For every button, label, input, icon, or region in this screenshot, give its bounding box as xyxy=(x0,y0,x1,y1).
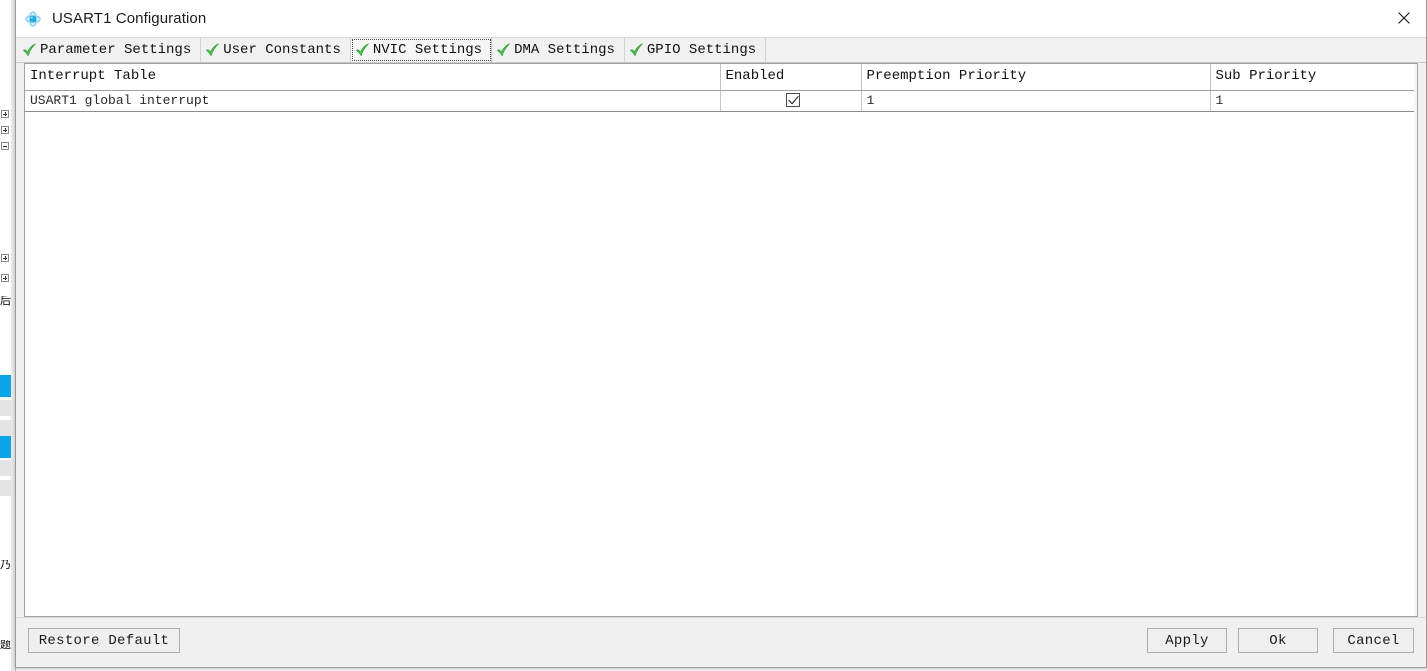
collapse-icon[interactable] xyxy=(1,142,9,150)
background-tree-row[interactable] xyxy=(0,108,11,122)
cell-preemption-priority[interactable]: 1 xyxy=(861,90,1211,112)
background-tree-row[interactable] xyxy=(0,188,11,202)
expand-icon[interactable] xyxy=(1,126,9,134)
usart1-configuration-dialog: USART1 Configuration Parameter Settings U… xyxy=(15,0,1427,668)
expand-icon[interactable] xyxy=(1,274,9,282)
close-icon[interactable] xyxy=(1381,0,1426,36)
restore-default-button[interactable]: Restore Default xyxy=(28,628,180,653)
table-row[interactable]: USART1 global interrupt 1 1 xyxy=(25,90,1417,112)
enabled-checkbox[interactable] xyxy=(786,93,800,108)
background-tree-row[interactable] xyxy=(0,236,11,250)
tabstrip: Parameter Settings User Constants NVIC Set… xyxy=(16,38,1426,63)
background-tree-row[interactable] xyxy=(0,220,11,234)
green-check-icon xyxy=(355,43,370,57)
column-header-interrupt-table[interactable]: Interrupt Table xyxy=(25,64,721,91)
background-tree-row-label: 乃 xyxy=(0,560,11,571)
tab-dma-settings[interactable]: DMA Settings xyxy=(492,38,625,62)
tab-nvic-settings[interactable]: NVIC Settings xyxy=(350,38,493,62)
cell-sub-priority[interactable]: 1 xyxy=(1210,90,1417,112)
column-header-sub-priority[interactable]: Sub Priority xyxy=(1210,64,1417,91)
ok-button[interactable]: Ok xyxy=(1238,628,1318,653)
background-tree-row[interactable] xyxy=(0,172,11,186)
background-tree-row[interactable] xyxy=(0,140,11,154)
cancel-button[interactable]: Cancel xyxy=(1333,628,1414,653)
table-header-row: Interrupt Table Enabled Preemption Priorit… xyxy=(25,64,1417,91)
background-tree-row[interactable] xyxy=(0,252,11,266)
background-tree-row[interactable] xyxy=(0,400,11,416)
dialog-titlebar: USART1 Configuration xyxy=(16,0,1426,38)
background-tree-row[interactable] xyxy=(0,480,11,496)
nvic-table-panel: Interrupt Table Enabled Preemption Priorit… xyxy=(24,63,1418,617)
background-tree-row[interactable] xyxy=(0,124,11,138)
background-tree-row-label: 后 xyxy=(0,296,11,307)
dialog-title: USART1 Configuration xyxy=(52,10,207,27)
apply-button[interactable]: Apply xyxy=(1147,628,1227,653)
interrupt-table: Interrupt Table Enabled Preemption Priorit… xyxy=(25,64,1417,112)
cell-interrupt-name: USART1 global interrupt xyxy=(25,90,721,112)
tab-parameter-settings[interactable]: Parameter Settings xyxy=(18,38,202,62)
background-tree-row[interactable]: 题 xyxy=(0,640,11,654)
tab-label: GPIO Settings xyxy=(646,42,757,58)
background-tree-row[interactable] xyxy=(0,375,11,397)
background-tree-row-label: 题 xyxy=(0,640,11,651)
tab-label: NVIC Settings xyxy=(372,42,483,58)
peripheral-sphere-icon xyxy=(25,10,41,27)
dialog-footer: Restore Default Apply Ok Cancel xyxy=(16,617,1426,667)
green-check-icon xyxy=(205,43,220,57)
background-tree-row[interactable] xyxy=(0,156,11,170)
green-check-icon xyxy=(22,43,37,57)
column-header-enabled[interactable]: Enabled xyxy=(720,64,862,91)
tab-label: User Constants xyxy=(223,42,341,58)
background-tree-row[interactable] xyxy=(0,272,11,286)
background-tree-row[interactable] xyxy=(0,204,11,218)
background-tree-row[interactable] xyxy=(0,420,11,436)
expand-icon[interactable] xyxy=(1,110,9,118)
green-check-icon xyxy=(629,43,644,57)
tab-user-constants[interactable]: User Constants xyxy=(201,38,351,62)
tab-label: Parameter Settings xyxy=(40,42,192,58)
background-tree-row[interactable] xyxy=(0,436,11,458)
tab-label: DMA Settings xyxy=(514,42,615,58)
expand-icon[interactable] xyxy=(1,254,9,262)
background-tree-row[interactable]: 乃 xyxy=(0,560,11,574)
column-header-preemption-priority[interactable]: Preemption Priority xyxy=(861,64,1211,91)
tab-gpio-settings[interactable]: GPIO Settings xyxy=(624,38,767,62)
table-vertical-scrollbar[interactable] xyxy=(1414,64,1417,616)
background-tree-row[interactable]: 后 xyxy=(0,296,11,310)
background-tree-row[interactable] xyxy=(0,330,11,344)
background-tree-row[interactable] xyxy=(0,460,11,476)
cell-enabled xyxy=(720,90,862,112)
green-check-icon xyxy=(496,43,511,57)
